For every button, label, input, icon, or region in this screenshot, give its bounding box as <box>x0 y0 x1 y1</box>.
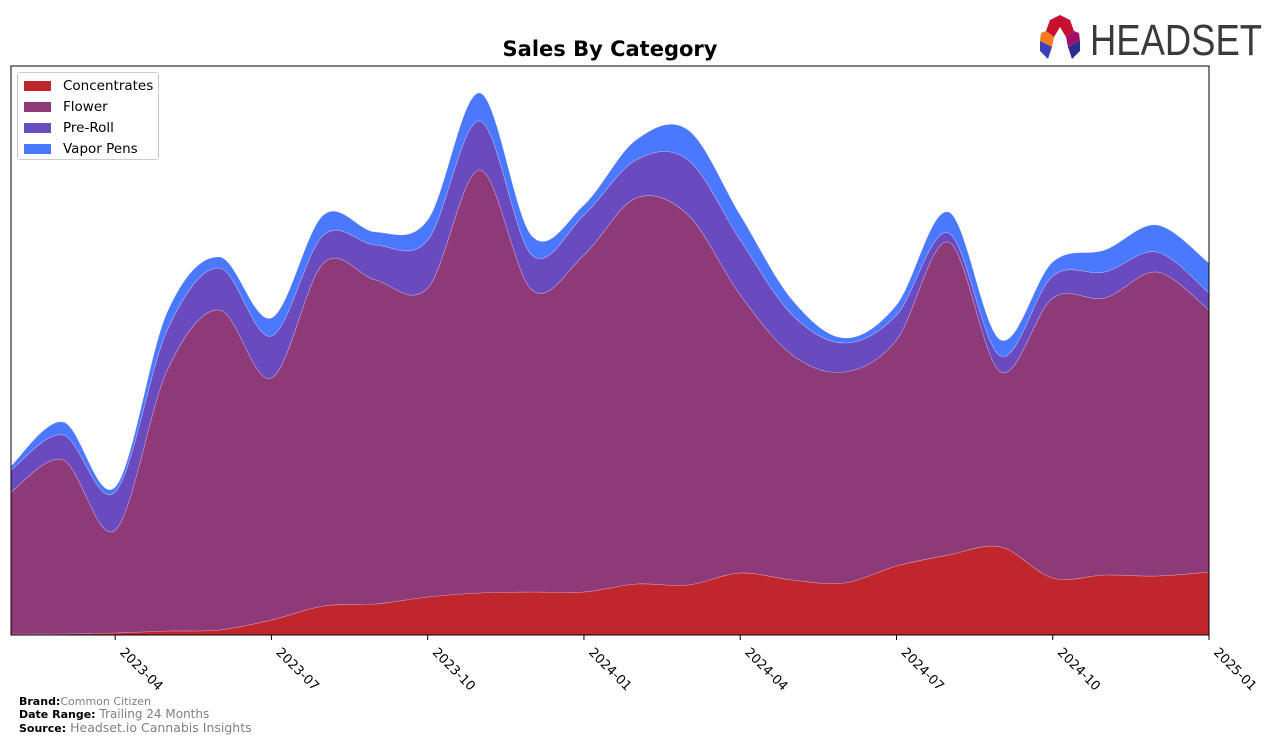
legend-label: Flower <box>63 99 108 115</box>
legend-swatch-pre-roll <box>24 123 51 133</box>
legend-swatch-vapor-pens <box>24 144 51 154</box>
legend: Concentrates Flower Pre-Roll Vapor Pens <box>17 72 159 160</box>
x-tick-label: 2023-04 <box>116 645 165 694</box>
x-tick-label: 2024-07 <box>898 645 947 694</box>
footer-source: Source: Headset.io Cannabis Insights <box>19 721 252 735</box>
x-tick-label: 2025-01 <box>1210 645 1259 694</box>
x-tick-label: 2024-10 <box>1054 645 1103 694</box>
legend-item-vapor-pens: Vapor Pens <box>24 139 138 159</box>
legend-swatch-concentrates <box>24 81 51 91</box>
x-tick-label: 2024-01 <box>585 645 634 694</box>
legend-label: Concentrates <box>63 78 154 94</box>
x-tick-label: 2024-04 <box>741 645 790 694</box>
x-axis: 2023-04 2023-07 2023-10 2024-01 2024-04 2024-… <box>114 635 1259 694</box>
legend-label: Vapor Pens <box>63 141 138 157</box>
legend-item-pre-roll: Pre-Roll <box>24 118 114 138</box>
area-flower <box>10 169 1210 635</box>
source-value: Headset.io Cannabis Insights <box>70 720 252 735</box>
chart: 2023-04 2023-07 2023-10 2024-01 2024-04 2024-… <box>10 65 1259 694</box>
source-label: Source: <box>19 722 67 735</box>
legend-item-concentrates: Concentrates <box>24 76 153 96</box>
legend-swatch-flower <box>24 102 51 112</box>
legend-item-flower: Flower <box>24 97 108 117</box>
date-range-value: Trailing 24 Months <box>99 707 210 721</box>
chart-areas <box>10 92 1210 636</box>
x-tick-label: 2023-10 <box>429 645 478 694</box>
legend-label: Pre-Roll <box>63 120 114 136</box>
brand-label: Brand: <box>19 695 61 708</box>
x-tick-label: 2023-07 <box>273 645 322 694</box>
